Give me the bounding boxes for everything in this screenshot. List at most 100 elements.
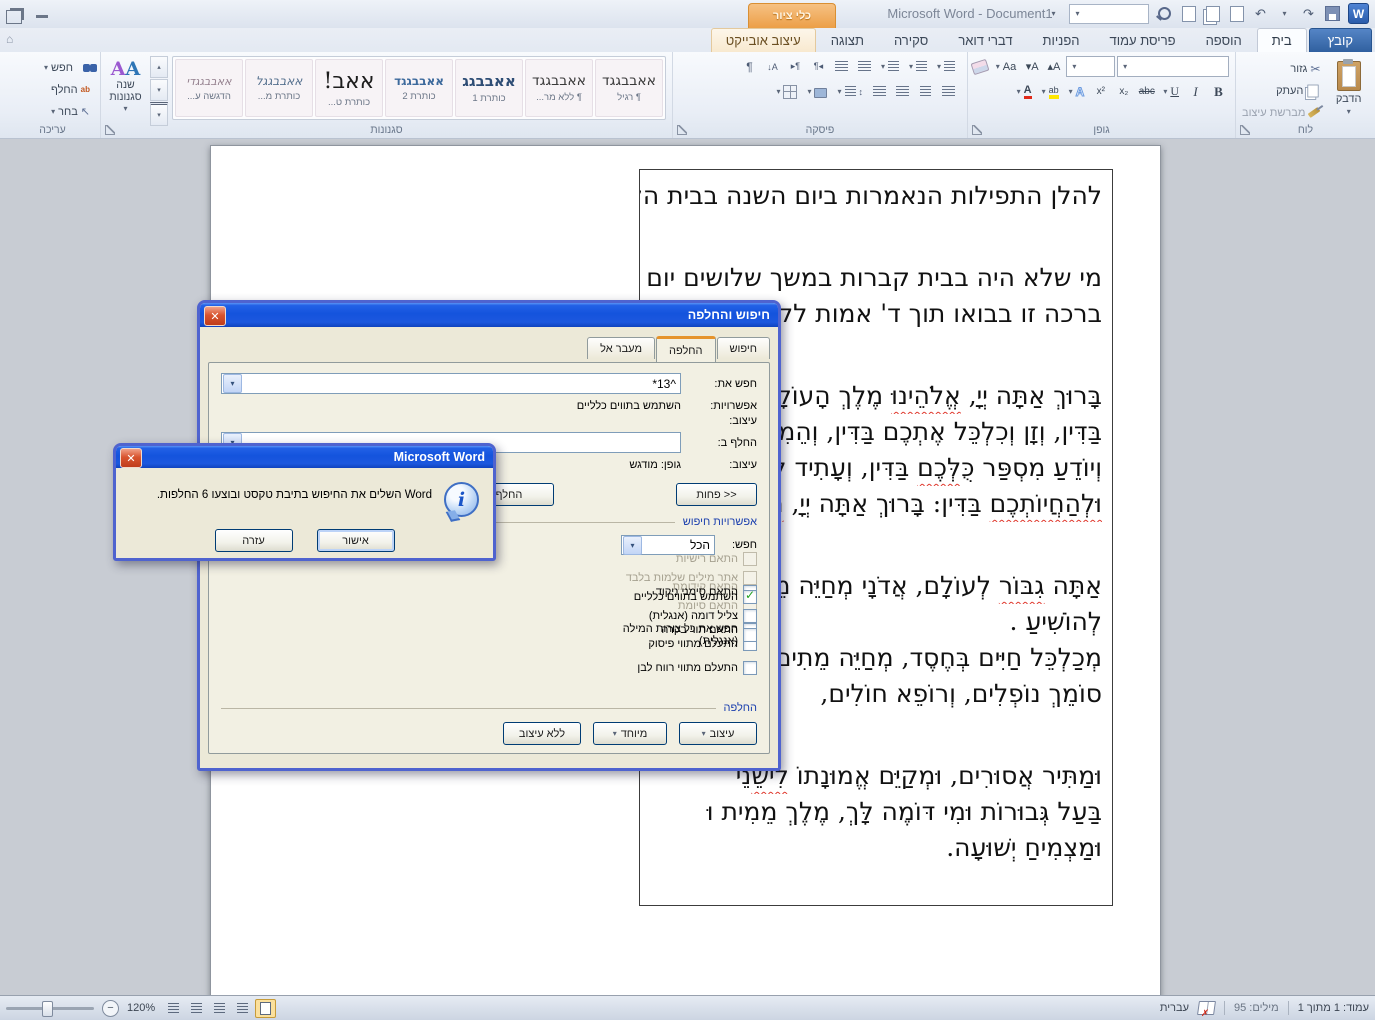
ribbon-tab[interactable]: הוספה — [1191, 28, 1257, 52]
chevron-down-icon[interactable] — [223, 374, 242, 393]
dialog-checkbox[interactable]: צליל דומה (אנגלית) — [605, 608, 757, 623]
dialog-tab[interactable]: מעבר אל — [587, 337, 656, 359]
dialog-checkbox[interactable]: התאם רישיות — [605, 551, 757, 566]
style-card[interactable]: אאבבגגדי הדגשה ע... — [175, 59, 243, 117]
style-card[interactable]: אאבבגגל כותרת מ... — [245, 59, 313, 117]
clipboard-dialog-launcher-icon[interactable] — [1240, 125, 1250, 135]
ribbon-tab[interactable]: עיצוב אובייקט — [710, 28, 816, 52]
style-card[interactable]: אאבבגג כותרת 1 — [455, 59, 523, 117]
dialog-tab[interactable]: חיפוש — [716, 337, 770, 359]
format-menu-button[interactable]: עיצוב ▾ — [679, 722, 757, 745]
special-menu-button[interactable]: מיוחד ▾ — [593, 722, 667, 745]
close-icon[interactable] — [120, 448, 142, 468]
undo-icon[interactable]: ↶ — [1252, 5, 1269, 22]
close-icon[interactable] — [204, 306, 226, 326]
paragraph-dialog-launcher-icon[interactable] — [677, 125, 687, 135]
align-right-button[interactable] — [938, 82, 959, 102]
borders-button[interactable]: ▾ — [772, 81, 801, 102]
line-spacing-button[interactable]: ↕ ▾ — [833, 81, 867, 102]
restore-window-icon[interactable] — [6, 10, 22, 24]
show-paragraph-marks-button[interactable]: ¶ — [739, 57, 760, 77]
outline-view-button[interactable] — [186, 999, 207, 1018]
print-layout-view-button[interactable] — [255, 998, 277, 1018]
print-preview-icon[interactable] — [1156, 5, 1173, 22]
bullets-button[interactable]: ▾ — [933, 56, 959, 77]
strikethrough-button[interactable]: abc — [1136, 82, 1157, 102]
dialog-checkbox[interactable]: חפש את כל צורות המילה (אנגלית) — [605, 623, 757, 647]
ribbon-tab[interactable]: הפניות — [1028, 28, 1095, 52]
less-button[interactable]: << פחות — [676, 483, 757, 506]
font-size-combo[interactable] — [1065, 56, 1115, 77]
change-styles-button[interactable]: AA שנה סגנונות ▾ — [105, 56, 146, 118]
copy-icon[interactable] — [1204, 5, 1221, 22]
align-left-button[interactable] — [892, 82, 913, 102]
numbering-button[interactable]: ▾ — [905, 56, 931, 77]
undo-dropdown-icon[interactable] — [1276, 5, 1293, 22]
paste-icon[interactable] — [1228, 5, 1245, 22]
reading-view-button[interactable] — [232, 999, 253, 1018]
gallery-scroll-down-icon[interactable]: ▾ — [150, 79, 168, 101]
style-card[interactable]: אאב! כותרת ט... — [315, 59, 383, 117]
sort-button[interactable]: A↓ — [762, 57, 783, 77]
zoom-slider-thumb[interactable] — [42, 1000, 53, 1017]
web-layout-view-button[interactable] — [209, 999, 230, 1018]
ribbon-tab[interactable]: תצוגה — [816, 28, 879, 52]
dialog-checkbox[interactable]: השתמש בתווים כלליים — [605, 588, 757, 604]
minimize-window-icon[interactable] — [36, 7, 48, 18]
select-button[interactable]: ↖ בחר ▾ — [7, 101, 94, 122]
styles-dialog-launcher-icon[interactable] — [105, 125, 115, 135]
underline-button[interactable]: U ▾ — [1159, 81, 1183, 102]
subscript-button[interactable]: x₂ — [1113, 82, 1134, 102]
find-what-combo[interactable]: ^13* — [221, 373, 681, 394]
dialog-title-bar[interactable]: חיפוש והחלפה — [200, 303, 778, 327]
save-icon[interactable] — [1324, 5, 1341, 22]
dialog-checkbox[interactable]: התעלם מתווי רווח לבן — [605, 660, 757, 675]
toolbar-overflow-icon[interactable] — [1045, 5, 1062, 22]
ltr-direction-button[interactable]: ¶▸ — [785, 57, 806, 77]
word-count-indicator[interactable]: מילים: 95 — [1234, 1002, 1279, 1014]
replace-button[interactable]: ab החלף — [7, 79, 94, 100]
gallery-scroll-up-icon[interactable]: ▴ — [150, 56, 168, 78]
find-button[interactable]: חפש ▾ — [7, 57, 94, 78]
decrease-indent-button[interactable] — [854, 57, 875, 77]
highlight-color-button[interactable]: ab ▾ — [1038, 81, 1063, 102]
messagebox-title-bar[interactable]: Microsoft Word — [116, 446, 493, 468]
no-formatting-button[interactable]: ללא עיצוב — [503, 722, 581, 745]
shrink-font-button[interactable]: A▾ — [1022, 57, 1042, 77]
ribbon-tab[interactable]: פריסת עמוד — [1095, 28, 1191, 52]
page-indicator[interactable]: עמוד: 1 מתוך 1 — [1298, 1002, 1369, 1014]
new-document-icon[interactable] — [1180, 5, 1197, 22]
zoom-out-button[interactable]: − — [102, 999, 119, 1017]
superscript-button[interactable]: x² — [1090, 82, 1111, 102]
shading-button[interactable]: ▾ — [803, 81, 831, 102]
ribbon-tab[interactable]: בית — [1256, 28, 1307, 52]
zoom-level[interactable]: 120% — [127, 1002, 155, 1014]
dialog-checkbox[interactable]: אתר מילים שלמות בלבד — [605, 570, 757, 585]
font-name-combo[interactable] — [1116, 56, 1229, 77]
style-card[interactable]: אאבבגגד כותרת 2 — [385, 59, 453, 117]
format-painter-button[interactable]: מברשת עיצוב — [1238, 102, 1324, 123]
grow-font-button[interactable]: A▴ — [1044, 57, 1064, 77]
spellcheck-error-icon[interactable] — [1197, 1001, 1216, 1015]
language-indicator[interactable]: עברית — [1160, 1002, 1189, 1014]
change-case-button[interactable]: Aa ▾ — [992, 56, 1020, 77]
align-center-button[interactable] — [915, 82, 936, 102]
home-glyph-icon[interactable]: ⌂ — [6, 32, 13, 46]
style-card[interactable]: אאבבגגד ¶ ללא מר... — [525, 59, 593, 117]
copy-button[interactable]: העתק — [1238, 80, 1324, 101]
style-card[interactable]: אאבבגגד ¶ רגיל — [595, 59, 663, 117]
rtl-direction-button[interactable]: ◂¶ — [808, 57, 829, 77]
redo-icon[interactable]: ↷ — [1300, 5, 1317, 22]
ok-button[interactable]: אישור — [316, 529, 395, 552]
zoom-slider[interactable] — [6, 1000, 94, 1017]
font-color-button[interactable]: A ▾ — [1013, 81, 1036, 102]
quick-access-combo[interactable] — [1069, 3, 1149, 24]
ribbon-tab[interactable]: סקירה — [879, 28, 943, 52]
justify-button[interactable] — [869, 82, 890, 102]
gallery-more-icon[interactable]: ▾ — [150, 102, 168, 126]
multilevel-list-button[interactable]: ▾ — [877, 56, 903, 77]
clear-formatting-button[interactable] — [970, 57, 990, 77]
increase-indent-button[interactable] — [831, 57, 852, 77]
font-dialog-launcher-icon[interactable] — [972, 125, 982, 135]
italic-button[interactable]: I — [1185, 82, 1206, 102]
